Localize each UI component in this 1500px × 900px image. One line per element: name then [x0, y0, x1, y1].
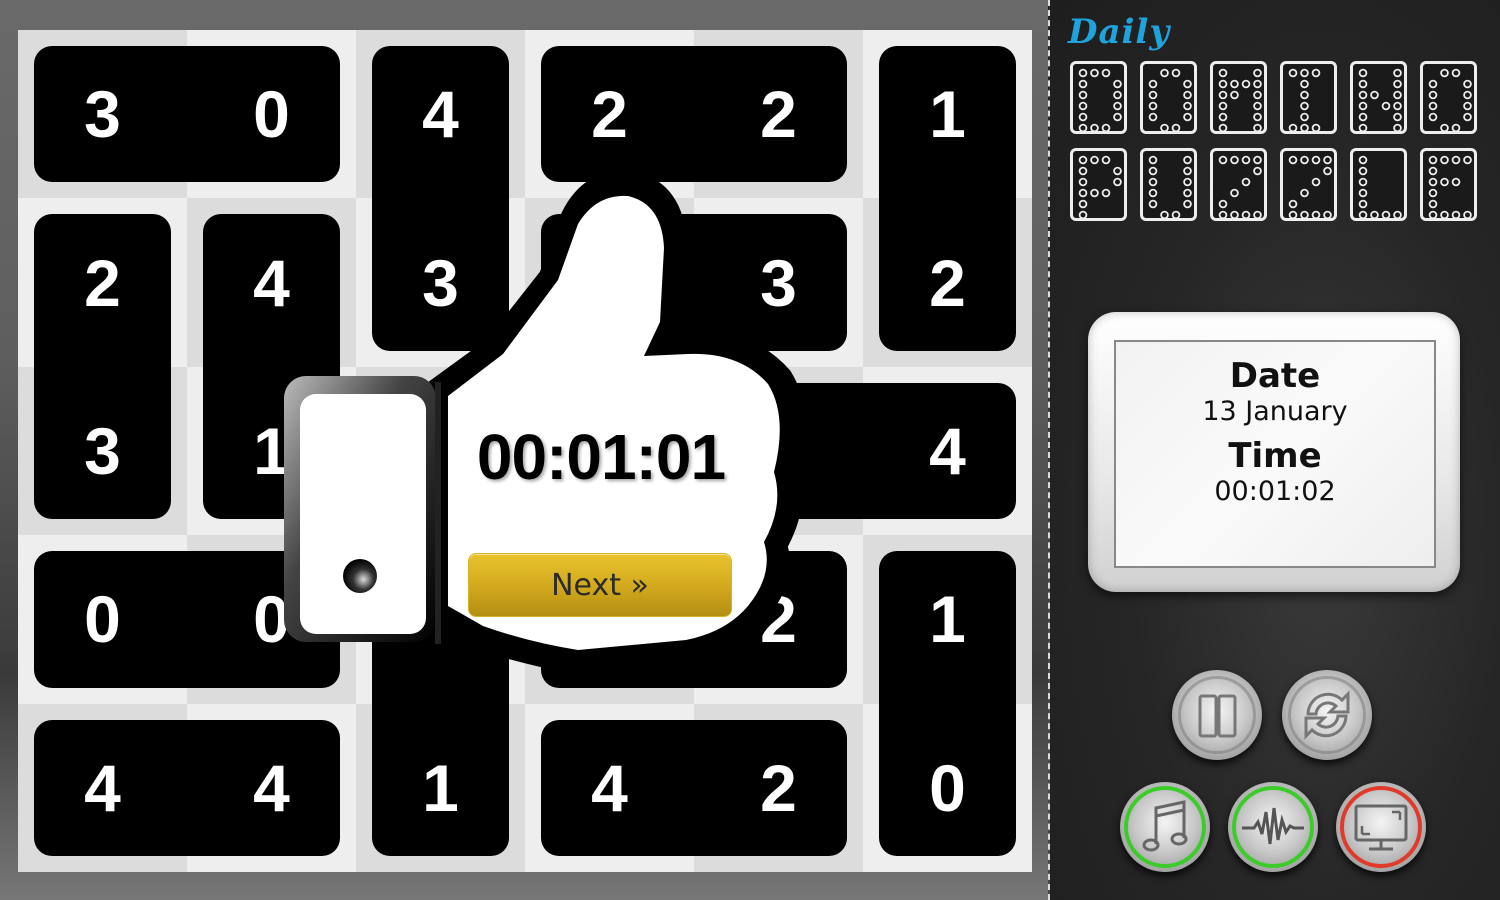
date-value: 13 January [1202, 396, 1348, 427]
info-panel-screen: Date 13 January Time 00:01:02 [1114, 340, 1436, 568]
pause-icon [1198, 694, 1237, 738]
dot-letter-icon [1288, 68, 1321, 133]
title-tile-i [1280, 61, 1337, 134]
dot-letter-icon [1218, 68, 1262, 133]
domino-value: 2 [760, 77, 797, 152]
domino-value: 2 [591, 77, 628, 152]
cuff-button-icon [343, 559, 377, 593]
game-area: 304322122341340021044142 00:01:01 Next » [0, 0, 1048, 900]
title-daily: Daily [1068, 12, 1171, 52]
info-panel: Date 13 January Time 00:01:02 [1088, 312, 1460, 592]
domino-value: 2 [929, 245, 966, 320]
domino-value: 4 [591, 750, 628, 825]
dot-letter-icon [1358, 155, 1402, 220]
dot-letter-icon [1358, 68, 1402, 133]
domino-value: 4 [84, 750, 121, 825]
title-tile-n [1350, 61, 1407, 134]
title-tile-u [1140, 148, 1197, 221]
dot-letter-icon [1428, 68, 1472, 133]
domino-value: 0 [253, 77, 290, 152]
domino-value: 4 [929, 413, 966, 488]
time-label: Time [1228, 436, 1322, 476]
date-label: Date [1229, 356, 1321, 396]
dot-letter-icon [1428, 155, 1472, 220]
dot-letter-icon [1148, 155, 1192, 220]
title-tile-o [1140, 61, 1197, 134]
dot-letter-icon [1218, 155, 1262, 220]
fullscreen-toggle[interactable] [1336, 782, 1426, 872]
monitor-icon [1354, 804, 1408, 851]
domino-value: 3 [84, 413, 121, 488]
domino-value: 4 [253, 750, 290, 825]
sound-toggle[interactable] [1228, 782, 1318, 872]
refresh-icon [1304, 690, 1350, 740]
dot-letter-icon [1148, 68, 1192, 133]
title-tile-m [1210, 61, 1267, 134]
domino-value: 2 [84, 245, 121, 320]
title-tile-p [1070, 148, 1127, 221]
domino-value: 0 [929, 750, 966, 825]
next-button[interactable]: Next » [468, 553, 732, 617]
music-note-icon [1142, 800, 1188, 852]
title-tile-z [1210, 148, 1267, 221]
music-toggle[interactable] [1120, 782, 1210, 872]
domino-value: 2 [760, 750, 797, 825]
domino-value: 1 [929, 582, 966, 657]
domino-value: 0 [84, 582, 121, 657]
sound-wave-icon [1242, 807, 1304, 845]
dot-letter-icon [1288, 155, 1332, 220]
cuff [300, 394, 426, 634]
domino-value: 1 [929, 77, 966, 152]
title-tile-d [1070, 61, 1127, 134]
title-tile-l [1350, 148, 1407, 221]
dot-letter-icon [1078, 155, 1122, 220]
time-value: 00:01:02 [1214, 476, 1336, 507]
domino-value: 1 [422, 750, 459, 825]
dot-letter-icon [1078, 68, 1122, 133]
title-tile-o [1420, 61, 1477, 134]
pause-button[interactable] [1172, 670, 1262, 760]
title-tile-e [1420, 148, 1477, 221]
completion-time: 00:01:01 [476, 421, 726, 493]
domino-value: 3 [84, 77, 121, 152]
domino-value: 4 [422, 77, 459, 152]
title-tile-z [1280, 148, 1337, 221]
restart-button[interactable] [1282, 670, 1372, 760]
